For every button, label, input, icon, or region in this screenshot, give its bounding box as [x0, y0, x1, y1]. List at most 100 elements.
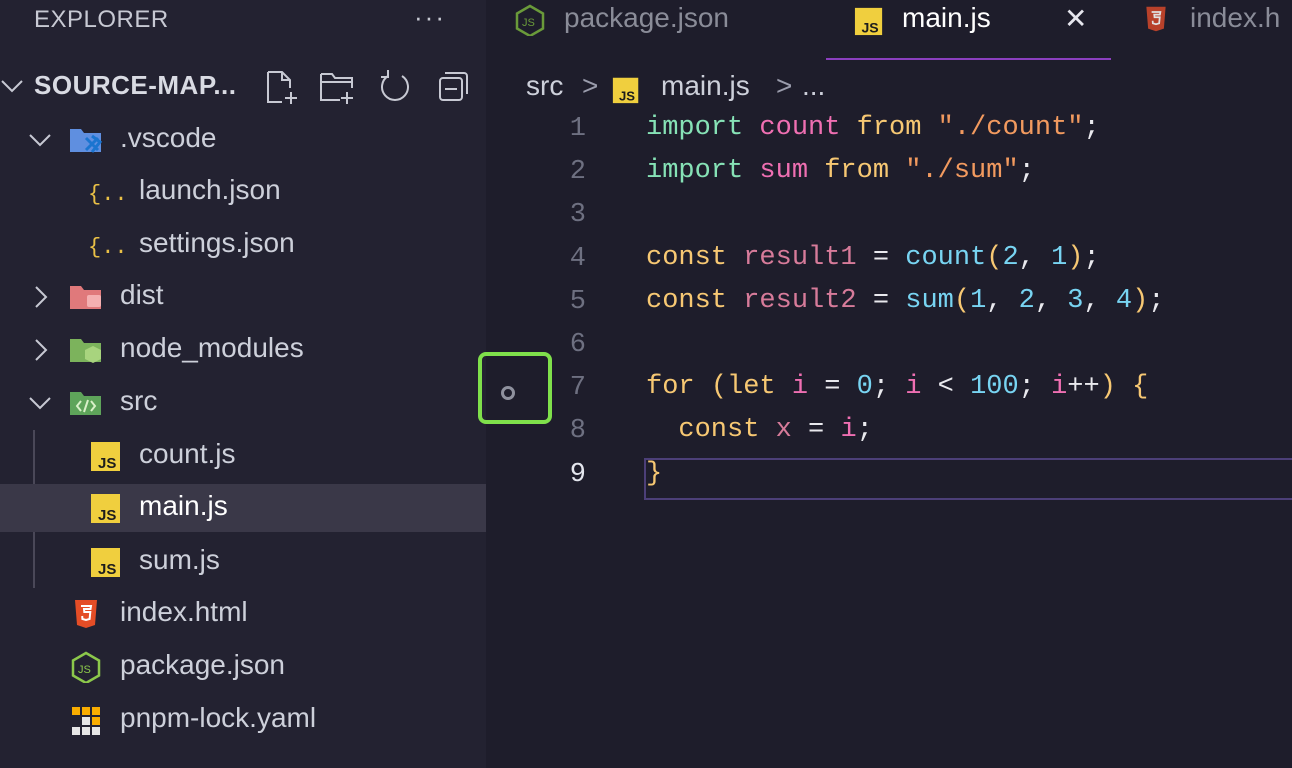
- more-actions-icon[interactable]: ···: [414, 2, 454, 34]
- code-token: x: [775, 415, 792, 446]
- explorer-header: EXPLORER: [34, 6, 169, 33]
- tree-item-count-js[interactable]: JS count.js: [0, 430, 486, 482]
- code-token: sum: [905, 285, 954, 316]
- src-folder-icon: [70, 392, 101, 415]
- code-token: ,: [1018, 242, 1052, 273]
- svg-text:JS: JS: [522, 17, 535, 29]
- svg-text:JS: JS: [862, 19, 879, 35]
- tree-item-label: count.js: [139, 438, 236, 469]
- tree-item-src-folder[interactable]: src: [0, 377, 486, 429]
- bracket-pair-guide: [644, 458, 1292, 460]
- tree-item-label: node_modules: [120, 332, 304, 363]
- code-token: 4: [1115, 285, 1133, 316]
- code-token: =: [856, 285, 906, 316]
- code-token: 0: [856, 372, 873, 403]
- code-token: ,: [986, 285, 1019, 316]
- tree-item-main-js[interactable]: JS main.js: [0, 484, 486, 532]
- html5-icon: [75, 600, 97, 628]
- tree-item-pnpm-lock[interactable]: pnpm-lock.yaml: [0, 694, 486, 746]
- active-tab-indicator: [826, 58, 1111, 60]
- code-token: ): [1067, 242, 1084, 273]
- svg-text:JS: JS: [98, 455, 116, 472]
- js-file-icon: JS: [854, 7, 883, 35]
- code-token: 2: [1018, 285, 1035, 316]
- code-token: ;: [1148, 285, 1165, 316]
- tree-item-label: index.html: [120, 596, 248, 627]
- tab-index-html[interactable]: index.h: [1126, 0, 1292, 60]
- line-number: 9: [569, 459, 586, 490]
- line-number: 1: [569, 114, 586, 144]
- tree-item-dist-folder[interactable]: dist: [0, 271, 486, 323]
- tree-item-settings-json[interactable]: {..} settings.json: [0, 219, 486, 271]
- code-token: 3: [1067, 285, 1084, 316]
- svg-text:JS: JS: [78, 664, 91, 676]
- tree-item-package-json[interactable]: JS package.json: [0, 641, 486, 693]
- code-token: ): [1099, 372, 1116, 403]
- code-token: from: [856, 113, 922, 143]
- code-token: 100: [970, 372, 1019, 403]
- code-token: =: [856, 242, 906, 273]
- tab-label: main.js: [902, 2, 991, 33]
- code-token: from: [824, 156, 890, 187]
- tab-main-js[interactable]: JS main.js ✕: [826, 0, 1111, 60]
- code-token: const: [646, 242, 728, 273]
- collapse-all-icon[interactable]: [434, 68, 472, 106]
- code-token: const: [678, 415, 760, 446]
- code-token: (: [953, 285, 971, 316]
- new-folder-icon[interactable]: [318, 68, 356, 106]
- close-tab-icon[interactable]: ✕: [1064, 2, 1087, 35]
- code-token: ;: [1018, 156, 1035, 187]
- code-token: 1: [1051, 242, 1068, 273]
- tree-item-label: main.js: [139, 490, 228, 521]
- js-file-icon: JS: [612, 77, 639, 104]
- code-line: const x = i;: [646, 410, 872, 450]
- project-title: SOURCE-MAP...: [34, 70, 237, 100]
- code-token: (: [710, 372, 728, 403]
- tree-item-label: settings.json: [139, 227, 295, 258]
- code-token: count: [905, 242, 987, 273]
- code-token: import: [646, 156, 744, 187]
- line-number: 5: [569, 286, 586, 317]
- chevron-down-icon: [29, 397, 51, 410]
- code-token: =: [808, 372, 857, 403]
- nodejs-icon: JS: [515, 4, 545, 36]
- breadcrumb-more[interactable]: ...: [802, 70, 825, 102]
- tree-item-label: launch.json: [139, 174, 281, 205]
- code-token: result2: [743, 285, 857, 316]
- breadcrumb-file[interactable]: main.js: [661, 70, 750, 102]
- code-token: }: [646, 458, 663, 489]
- refresh-icon[interactable]: [376, 68, 414, 106]
- tree-item-launch-json[interactable]: {..} launch.json: [0, 166, 486, 218]
- project-root-row[interactable]: SOURCE-MAP...: [0, 62, 486, 112]
- chevron-down-icon: [1, 80, 23, 93]
- svg-text:{..}: {..}: [88, 182, 124, 207]
- line-number: 2: [569, 157, 586, 188]
- code-token: ,: [1034, 285, 1068, 316]
- code-token: {: [1132, 372, 1149, 403]
- code-token: ): [1132, 285, 1149, 316]
- explorer-sidebar: EXPLORER ··· SOURCE-MAP... .vscode {. la…: [0, 0, 486, 768]
- svg-text:JS: JS: [98, 561, 116, 578]
- code-token: "./count": [937, 113, 1084, 143]
- tab-package-json[interactable]: JS package.json: [486, 0, 816, 60]
- code-line: import sum from "./sum";: [646, 151, 1035, 191]
- code-token: i: [905, 372, 922, 403]
- tree-item-sum-js[interactable]: JS sum.js: [0, 536, 486, 588]
- tree-item-vscode-folder[interactable]: .vscode: [0, 114, 486, 166]
- tree-item-index-html[interactable]: index.html: [0, 588, 486, 640]
- tree-item-node-modules-folder[interactable]: node_modules: [0, 324, 486, 376]
- editor-area: JS package.json JS main.js ✕ index.h src…: [486, 0, 1292, 768]
- new-file-icon[interactable]: [262, 68, 300, 106]
- breakpoint-hint-icon[interactable]: [501, 386, 515, 400]
- code-token: ;: [1018, 372, 1052, 403]
- tab-label: package.json: [564, 2, 730, 33]
- code-token: sum: [759, 156, 809, 187]
- breadcrumb-folder[interactable]: src: [526, 70, 563, 102]
